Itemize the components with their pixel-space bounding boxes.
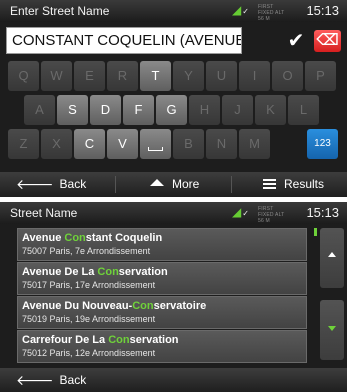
- street-results-screen: Street Name ◢✓ FIRST FIXED ALT 56 M 15:1…: [0, 202, 347, 392]
- back-arrow-icon: 🡐: [16, 372, 54, 388]
- scroll-up-button[interactable]: [320, 228, 344, 288]
- key-u[interactable]: U: [206, 61, 237, 91]
- key-m[interactable]: M: [239, 129, 270, 159]
- list-item[interactable]: Avenue De La Conservation 75017 Paris, 17…: [17, 262, 307, 295]
- clock: 15:13: [306, 3, 339, 18]
- back-button[interactable]: 🡐 Back: [16, 368, 86, 392]
- scrollbar[interactable]: [314, 228, 319, 364]
- satellite-icon: ◢✓: [232, 3, 249, 17]
- screen-title: Enter Street Name: [10, 4, 110, 18]
- street-name-part: Avenue: [22, 232, 65, 244]
- divider: [115, 176, 116, 193]
- scroll-thumb[interactable]: [314, 228, 317, 236]
- match-highlight: Con: [108, 334, 130, 346]
- back-button[interactable]: 🡐 Back: [16, 172, 86, 197]
- key-z[interactable]: Z: [8, 129, 39, 159]
- key-l[interactable]: L: [288, 95, 319, 125]
- status-bar: Enter Street Name ◢✓ FIRST FIXED ALT 56 …: [0, 0, 347, 22]
- status-bar: Street Name ◢✓ FIRST FIXED ALT 56 M 15:1…: [0, 202, 347, 224]
- match-highlight: Con: [132, 300, 154, 312]
- key-c[interactable]: C: [74, 129, 105, 159]
- match-highlight: Con: [64, 232, 86, 244]
- scroll-down-icon: [328, 326, 336, 331]
- caret-up-icon: [150, 179, 164, 186]
- results-button[interactable]: Results (33): [263, 172, 347, 197]
- list-icon: [263, 179, 276, 189]
- street-name-part: Avenue De La: [22, 266, 98, 278]
- key-y[interactable]: Y: [173, 61, 204, 91]
- key-r[interactable]: R: [107, 61, 138, 91]
- street-name-part: Carrefour De La: [22, 334, 109, 346]
- key-g[interactable]: G: [156, 95, 187, 125]
- street-name-part: servation: [129, 334, 179, 346]
- result-list: Avenue Constant Coquelin 75007 Paris, 7e …: [17, 228, 307, 364]
- back-label: Back: [59, 177, 87, 191]
- list-item[interactable]: Avenue Constant Coquelin 75007 Paris, 7e …: [17, 228, 307, 261]
- check-icon[interactable]: ✔: [284, 29, 308, 53]
- bottom-bar: 🡐 Back: [0, 368, 347, 392]
- key-h[interactable]: H: [189, 95, 220, 125]
- street-input-screen: Enter Street Name ◢✓ FIRST FIXED ALT 56 …: [0, 0, 347, 197]
- key-p[interactable]: P: [305, 61, 336, 91]
- key-x[interactable]: X: [41, 129, 72, 159]
- space-icon: [148, 147, 163, 151]
- street-name-part: servation: [118, 266, 168, 278]
- satellite-icon: ◢✓: [232, 205, 249, 219]
- gps-status-text: FIRST FIXED ALT 56 M: [258, 4, 285, 22]
- street-name-input[interactable]: CONSTANT COQUELIN (AVENUE): [6, 27, 242, 54]
- key-j[interactable]: J: [222, 95, 253, 125]
- street-name-part: servatoire: [153, 300, 207, 312]
- screen-title: Street Name: [10, 206, 78, 220]
- typed-text: CON: [12, 32, 46, 49]
- numeric-keyboard-key[interactable]: 123: [307, 129, 338, 159]
- key-d[interactable]: D: [90, 95, 121, 125]
- street-locality: 75007 Paris, 7e Arrondissement: [22, 246, 151, 256]
- street-name: Avenue De La Conservation: [22, 265, 306, 279]
- key-v[interactable]: V: [107, 129, 138, 159]
- key-k[interactable]: K: [255, 95, 286, 125]
- key-o[interactable]: O: [272, 61, 303, 91]
- key-f[interactable]: F: [123, 95, 154, 125]
- street-name: Avenue Du Nouveau-Conservatoire: [22, 299, 306, 313]
- key-e[interactable]: E: [74, 61, 105, 91]
- street-name: Carrefour De La Conservation: [22, 333, 306, 347]
- back-arrow-icon: 🡐: [16, 176, 54, 192]
- scroll-down-button[interactable]: [320, 300, 344, 360]
- list-item[interactable]: Avenue Du Nouveau-Conservatoire 75019 Par…: [17, 296, 307, 329]
- scroll-up-icon: [328, 252, 336, 257]
- bottom-bar: 🡐 Back More Results (33): [0, 172, 347, 197]
- key-w[interactable]: W: [41, 61, 72, 91]
- autocomplete-text: STANT COQUELIN (AVENUE): [45, 32, 242, 49]
- more-label: More: [172, 177, 200, 191]
- key-i[interactable]: I: [239, 61, 270, 91]
- more-button[interactable]: More: [150, 172, 199, 197]
- key-a[interactable]: A: [24, 95, 55, 125]
- key-s[interactable]: S: [57, 95, 88, 125]
- list-item[interactable]: Carrefour De La Conservation 75012 Paris,…: [17, 330, 307, 363]
- key-n[interactable]: N: [206, 129, 237, 159]
- space-key[interactable]: [140, 129, 171, 159]
- backspace-icon[interactable]: ⌫: [314, 30, 341, 52]
- scroll-controls: [314, 228, 344, 364]
- key-t[interactable]: T: [140, 61, 171, 91]
- street-name-part: Avenue Du Nouveau-: [22, 300, 133, 312]
- input-row: CONSTANT COQUELIN (AVENUE) ✔ ⌫: [6, 27, 341, 55]
- clock: 15:13: [306, 205, 339, 220]
- back-label: Back: [59, 373, 87, 387]
- divider: [231, 176, 232, 193]
- street-locality: 75012 Paris, 12e Arrondissement: [22, 348, 156, 358]
- street-locality: 75017 Paris, 17e Arrondissement: [22, 280, 156, 290]
- key-q[interactable]: Q: [8, 61, 39, 91]
- street-locality: 75019 Paris, 19e Arrondissement: [22, 314, 156, 324]
- street-name: Avenue Constant Coquelin: [22, 231, 306, 245]
- gps-status-text: FIRST FIXED ALT 56 M: [258, 206, 285, 224]
- key-b[interactable]: B: [173, 129, 204, 159]
- match-highlight: Con: [97, 266, 119, 278]
- street-name-part: stant Coquelin: [85, 232, 163, 244]
